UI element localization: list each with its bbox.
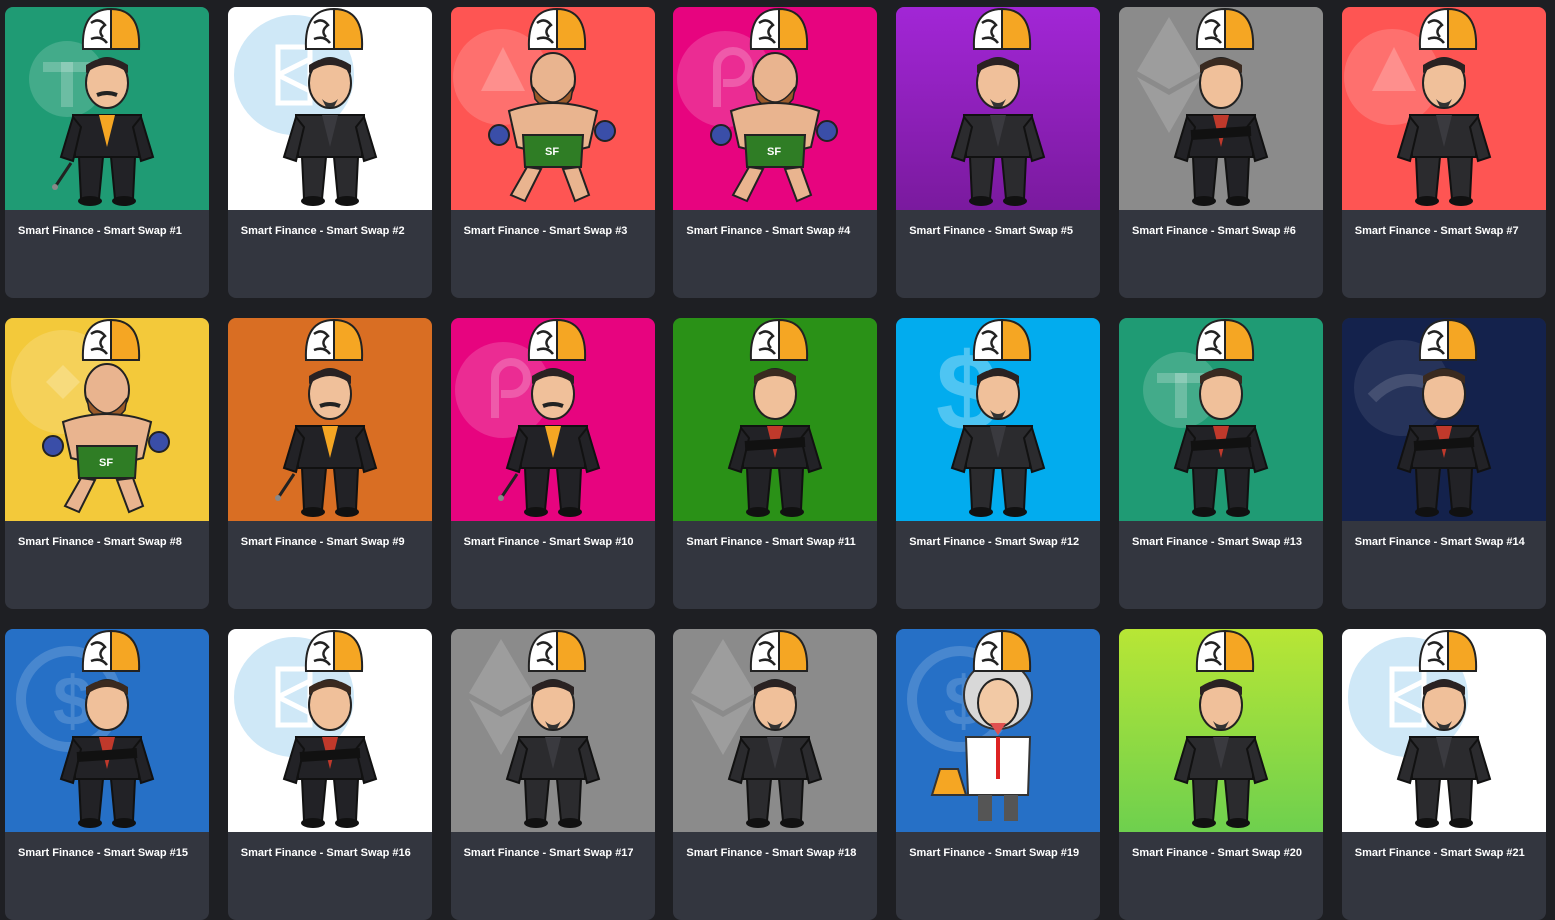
brain-cap-icon: [304, 7, 363, 50]
nft-card[interactable]: $ Smart Finance - Smart Swap #19: [896, 629, 1101, 920]
brain-cap-icon: [1418, 318, 1477, 361]
nft-title: Smart Finance - Smart Swap #20: [1131, 847, 1302, 859]
nft-title: Smart Finance - Smart Swap #12: [909, 536, 1080, 548]
nft-title: Smart Finance - Smart Swap #11: [686, 536, 856, 548]
nft-title: Smart Finance - Smart Swap #18: [686, 847, 857, 859]
nft-title: Smart Finance - Smart Swap #8: [18, 536, 182, 548]
nft-image[interactable]: [896, 7, 1101, 210]
nft-title: Smart Finance - Smart Swap #15: [18, 847, 188, 859]
nft-title: Smart Finance - Smart Swap #9: [240, 536, 405, 548]
nft-image[interactable]: $: [896, 318, 1101, 521]
nft-image[interactable]: [1118, 7, 1323, 210]
nft-image[interactable]: [450, 318, 655, 521]
brain-cap-icon: [527, 7, 586, 50]
nft-card[interactable]: Smart Finance - Smart Swap #11: [673, 318, 878, 609]
brain-cap-icon: [1195, 629, 1254, 672]
nft-title: Smart Finance - Smart Swap #17: [463, 847, 634, 859]
nft-image[interactable]: [673, 629, 878, 832]
brain-cap-icon: [81, 318, 141, 361]
nft-title: Smart Finance - Smart Swap #7: [1354, 225, 1519, 237]
nft-card[interactable]: Smart Finance - Smart Swap #5: [896, 7, 1101, 298]
nft-card[interactable]: Smart Finance - Smart Swap #17: [450, 629, 655, 920]
brain-cap-icon: [81, 629, 141, 672]
nft-image[interactable]: [450, 629, 655, 832]
brain-cap-icon: [304, 318, 363, 361]
brain-cap-icon: [304, 629, 363, 672]
nft-image[interactable]: [227, 629, 432, 832]
brain-cap-icon: [81, 7, 141, 50]
svg-text:SF: SF: [545, 146, 559, 158]
nft-card[interactable]: Smart Finance - Smart Swap #14: [1341, 318, 1546, 609]
nft-gallery-grid: Smart Finance - Smart Swap #1 Smart Fina…: [5, 7, 1546, 920]
brain-cap-icon: [750, 318, 809, 361]
brain-cap-icon: [750, 629, 809, 672]
nft-title: Smart Finance - Smart Swap #10: [463, 536, 634, 548]
brain-cap-icon: [527, 318, 586, 361]
nft-title: Smart Finance - Smart Swap #6: [1131, 225, 1296, 237]
brain-cap-icon: [1418, 629, 1477, 672]
nft-card[interactable]: SF Smart Finance - Smart Swap #3: [450, 7, 655, 298]
nft-image[interactable]: [1341, 318, 1546, 521]
nft-image[interactable]: [5, 7, 209, 210]
nft-title: Smart Finance - Smart Swap #5: [909, 225, 1074, 237]
nft-card[interactable]: $ Smart Finance - Smart Swap #15: [5, 629, 209, 920]
brain-cap-icon: [527, 629, 586, 672]
brain-cap-icon: [1195, 7, 1254, 50]
brain-cap-icon: [1418, 7, 1477, 50]
nft-image[interactable]: [1118, 318, 1323, 521]
svg-text:SF: SF: [99, 457, 113, 469]
nft-card[interactable]: Smart Finance - Smart Swap #10: [450, 318, 655, 609]
nft-title: Smart Finance - Smart Swap #19: [909, 847, 1080, 859]
nft-image[interactable]: $: [5, 629, 209, 832]
nft-title: Smart Finance - Smart Swap #4: [686, 225, 851, 237]
nft-title: Smart Finance - Smart Swap #21: [1354, 847, 1525, 859]
nft-title: Smart Finance - Smart Swap #2: [240, 225, 405, 237]
nft-card[interactable]: Smart Finance - Smart Swap #7: [1341, 7, 1546, 298]
nft-image[interactable]: SF: [5, 318, 209, 521]
nft-image[interactable]: [1118, 629, 1323, 832]
brain-cap-icon: [973, 629, 1032, 672]
brain-cap-icon: [973, 7, 1032, 50]
nft-card[interactable]: Smart Finance - Smart Swap #16: [227, 629, 432, 920]
nft-card[interactable]: $ Smart Finance - Smart Swap #12: [896, 318, 1101, 609]
nft-title: Smart Finance - Smart Swap #1: [18, 225, 182, 237]
nft-card[interactable]: Smart Finance - Smart Swap #2: [227, 7, 432, 298]
nft-card[interactable]: Smart Finance - Smart Swap #20: [1118, 629, 1323, 920]
nft-card[interactable]: Smart Finance - Smart Swap #6: [1118, 7, 1323, 298]
nft-image[interactable]: [227, 318, 432, 521]
nft-card[interactable]: Smart Finance - Smart Swap #1: [5, 7, 209, 298]
brain-cap-icon: [1195, 318, 1254, 361]
nft-card[interactable]: SF Smart Finance - Smart Swap #4: [673, 7, 878, 298]
nft-card[interactable]: Smart Finance - Smart Swap #18: [673, 629, 878, 920]
nft-title: Smart Finance - Smart Swap #13: [1131, 536, 1302, 548]
nft-title: Smart Finance - Smart Swap #14: [1354, 536, 1525, 548]
brain-cap-icon: [750, 7, 809, 50]
nft-title: Smart Finance - Smart Swap #3: [463, 225, 628, 237]
nft-image[interactable]: $: [896, 629, 1101, 832]
nft-image[interactable]: [1341, 629, 1546, 832]
nft-card[interactable]: Smart Finance - Smart Swap #21: [1341, 629, 1546, 920]
nft-image[interactable]: SF: [673, 7, 878, 210]
nft-title: Smart Finance - Smart Swap #16: [240, 847, 411, 859]
nft-card[interactable]: SF Smart Finance - Smart Swap #8: [5, 318, 209, 609]
nft-image[interactable]: [1341, 7, 1546, 210]
brain-cap-icon: [973, 318, 1032, 361]
nft-image[interactable]: SF: [450, 7, 655, 210]
nft-card[interactable]: Smart Finance - Smart Swap #9: [227, 318, 432, 609]
nft-image[interactable]: [673, 318, 878, 521]
nft-card[interactable]: Smart Finance - Smart Swap #13: [1118, 318, 1323, 609]
nft-image[interactable]: [227, 7, 432, 210]
svg-text:SF: SF: [767, 146, 781, 158]
